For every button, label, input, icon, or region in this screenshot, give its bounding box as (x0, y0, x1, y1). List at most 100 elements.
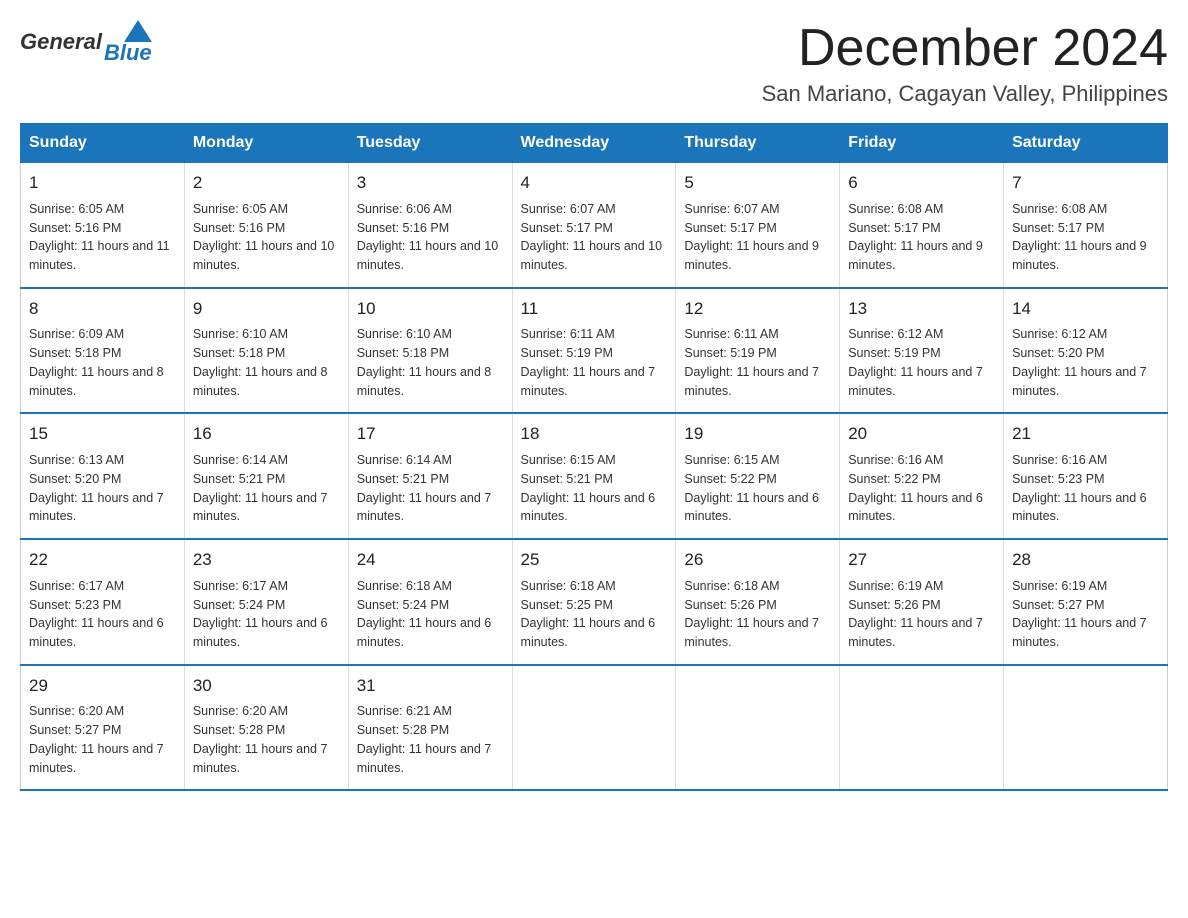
day-info: Sunrise: 6:12 AMSunset: 5:19 PMDaylight:… (848, 325, 995, 400)
logo: General Blue (20, 20, 152, 64)
day-info: Sunrise: 6:20 AMSunset: 5:28 PMDaylight:… (193, 702, 340, 777)
day-number: 23 (193, 548, 340, 573)
day-info: Sunrise: 6:11 AMSunset: 5:19 PMDaylight:… (521, 325, 668, 400)
title-section: December 2024 San Mariano, Cagayan Valle… (762, 20, 1168, 107)
day-number: 29 (29, 674, 176, 699)
header-sunday: Sunday (21, 124, 185, 163)
day-number: 3 (357, 171, 504, 196)
day-number: 2 (193, 171, 340, 196)
calendar-cell: 9 Sunrise: 6:10 AMSunset: 5:18 PMDaylight… (184, 288, 348, 414)
day-number: 22 (29, 548, 176, 573)
calendar-cell: 6Sunrise: 6:08 AMSunset: 5:17 PMDaylight… (840, 163, 1004, 288)
day-number: 9 (193, 297, 340, 322)
calendar-cell: 28 Sunrise: 6:19 AMSunset: 5:27 PMDayligh… (1004, 539, 1168, 665)
day-number: 18 (521, 422, 668, 447)
calendar-cell: 19 Sunrise: 6:15 AMSunset: 5:22 PMDayligh… (676, 413, 840, 539)
day-number: 4 (521, 171, 668, 196)
page-header: General Blue December 2024 San Mariano, … (20, 20, 1168, 107)
day-number: 8 (29, 297, 176, 322)
calendar-cell: 14 Sunrise: 6:12 AMSunset: 5:20 PMDayligh… (1004, 288, 1168, 414)
day-info: Sunrise: 6:10 AMSunset: 5:18 PMDaylight:… (357, 325, 504, 400)
day-info: Sunrise: 6:17 AMSunset: 5:24 PMDaylight:… (193, 577, 340, 652)
calendar-header-row: SundayMondayTuesdayWednesdayThursdayFrid… (21, 124, 1168, 163)
calendar-week-row: 8 Sunrise: 6:09 AMSunset: 5:18 PMDaylight… (21, 288, 1168, 414)
day-info: Sunrise: 6:19 AMSunset: 5:26 PMDaylight:… (848, 577, 995, 652)
logo-blue-container: Blue (104, 20, 152, 64)
calendar-week-row: 29Sunrise: 6:20 AMSunset: 5:27 PMDayligh… (21, 665, 1168, 791)
day-number: 30 (193, 674, 340, 699)
day-number: 19 (684, 422, 831, 447)
calendar-week-row: 15 Sunrise: 6:13 AMSunset: 5:20 PMDayligh… (21, 413, 1168, 539)
logo-blue-text: Blue (104, 42, 152, 64)
calendar-cell: 12Sunrise: 6:11 AMSunset: 5:19 PMDayligh… (676, 288, 840, 414)
calendar-cell: 15 Sunrise: 6:13 AMSunset: 5:20 PMDayligh… (21, 413, 185, 539)
day-info: Sunrise: 6:12 AMSunset: 5:20 PMDaylight:… (1012, 325, 1159, 400)
day-info: Sunrise: 6:14 AMSunset: 5:21 PMDaylight:… (357, 451, 504, 526)
header-tuesday: Tuesday (348, 124, 512, 163)
day-number: 14 (1012, 297, 1159, 322)
day-number: 25 (521, 548, 668, 573)
calendar-cell: 26Sunrise: 6:18 AMSunset: 5:26 PMDayligh… (676, 539, 840, 665)
location-title: San Mariano, Cagayan Valley, Philippines (762, 81, 1168, 107)
day-number: 27 (848, 548, 995, 573)
day-number: 13 (848, 297, 995, 322)
day-number: 15 (29, 422, 176, 447)
calendar-cell: 10 Sunrise: 6:10 AMSunset: 5:18 PMDayligh… (348, 288, 512, 414)
day-number: 20 (848, 422, 995, 447)
calendar-cell: 31 Sunrise: 6:21 AMSunset: 5:28 PMDayligh… (348, 665, 512, 791)
day-info: Sunrise: 6:05 AMSunset: 5:16 PMDaylight:… (193, 200, 340, 275)
day-number: 10 (357, 297, 504, 322)
day-info: Sunrise: 6:16 AMSunset: 5:22 PMDaylight:… (848, 451, 995, 526)
calendar-cell: 17 Sunrise: 6:14 AMSunset: 5:21 PMDayligh… (348, 413, 512, 539)
calendar-cell: 7 Sunrise: 6:08 AMSunset: 5:17 PMDaylight… (1004, 163, 1168, 288)
calendar-cell: 16 Sunrise: 6:14 AMSunset: 5:21 PMDayligh… (184, 413, 348, 539)
calendar-cell (1004, 665, 1168, 791)
day-number: 24 (357, 548, 504, 573)
calendar-cell (840, 665, 1004, 791)
day-number: 26 (684, 548, 831, 573)
header-wednesday: Wednesday (512, 124, 676, 163)
calendar-cell: 20 Sunrise: 6:16 AMSunset: 5:22 PMDayligh… (840, 413, 1004, 539)
calendar-cell: 13 Sunrise: 6:12 AMSunset: 5:19 PMDayligh… (840, 288, 1004, 414)
calendar-table: SundayMondayTuesdayWednesdayThursdayFrid… (20, 123, 1168, 791)
day-info: Sunrise: 6:09 AMSunset: 5:18 PMDaylight:… (29, 325, 176, 400)
day-info: Sunrise: 6:07 AMSunset: 5:17 PMDaylight:… (684, 200, 831, 275)
calendar-cell (512, 665, 676, 791)
calendar-cell: 21Sunrise: 6:16 AMSunset: 5:23 PMDayligh… (1004, 413, 1168, 539)
calendar-cell: 22Sunrise: 6:17 AMSunset: 5:23 PMDayligh… (21, 539, 185, 665)
calendar-cell: 4 Sunrise: 6:07 AMSunset: 5:17 PMDaylight… (512, 163, 676, 288)
day-info: Sunrise: 6:13 AMSunset: 5:20 PMDaylight:… (29, 451, 176, 526)
day-info: Sunrise: 6:19 AMSunset: 5:27 PMDaylight:… (1012, 577, 1159, 652)
calendar-cell: 1Sunrise: 6:05 AMSunset: 5:16 PMDaylight… (21, 163, 185, 288)
day-number: 28 (1012, 548, 1159, 573)
header-friday: Friday (840, 124, 1004, 163)
calendar-cell: 3 Sunrise: 6:06 AMSunset: 5:16 PMDaylight… (348, 163, 512, 288)
calendar-week-row: 1Sunrise: 6:05 AMSunset: 5:16 PMDaylight… (21, 163, 1168, 288)
calendar-cell: 2 Sunrise: 6:05 AMSunset: 5:16 PMDaylight… (184, 163, 348, 288)
day-info: Sunrise: 6:21 AMSunset: 5:28 PMDaylight:… (357, 702, 504, 777)
header-saturday: Saturday (1004, 124, 1168, 163)
day-info: Sunrise: 6:07 AMSunset: 5:17 PMDaylight:… (521, 200, 668, 275)
logo-triangle-icon (124, 20, 152, 42)
day-info: Sunrise: 6:10 AMSunset: 5:18 PMDaylight:… (193, 325, 340, 400)
header-monday: Monday (184, 124, 348, 163)
day-info: Sunrise: 6:08 AMSunset: 5:17 PMDaylight:… (1012, 200, 1159, 275)
day-info: Sunrise: 6:14 AMSunset: 5:21 PMDaylight:… (193, 451, 340, 526)
day-number: 7 (1012, 171, 1159, 196)
logo-general-text: General (20, 29, 102, 55)
day-info: Sunrise: 6:08 AMSunset: 5:17 PMDaylight:… (848, 200, 995, 275)
day-number: 17 (357, 422, 504, 447)
calendar-cell: 23 Sunrise: 6:17 AMSunset: 5:24 PMDayligh… (184, 539, 348, 665)
day-number: 31 (357, 674, 504, 699)
calendar-cell (676, 665, 840, 791)
month-title: December 2024 (762, 20, 1168, 77)
calendar-cell: 27 Sunrise: 6:19 AMSunset: 5:26 PMDayligh… (840, 539, 1004, 665)
header-thursday: Thursday (676, 124, 840, 163)
day-info: Sunrise: 6:06 AMSunset: 5:16 PMDaylight:… (357, 200, 504, 275)
day-info: Sunrise: 6:18 AMSunset: 5:24 PMDaylight:… (357, 577, 504, 652)
day-number: 21 (1012, 422, 1159, 447)
day-info: Sunrise: 6:15 AMSunset: 5:22 PMDaylight:… (684, 451, 831, 526)
day-info: Sunrise: 6:05 AMSunset: 5:16 PMDaylight:… (29, 200, 176, 275)
day-number: 16 (193, 422, 340, 447)
calendar-cell: 11Sunrise: 6:11 AMSunset: 5:19 PMDayligh… (512, 288, 676, 414)
